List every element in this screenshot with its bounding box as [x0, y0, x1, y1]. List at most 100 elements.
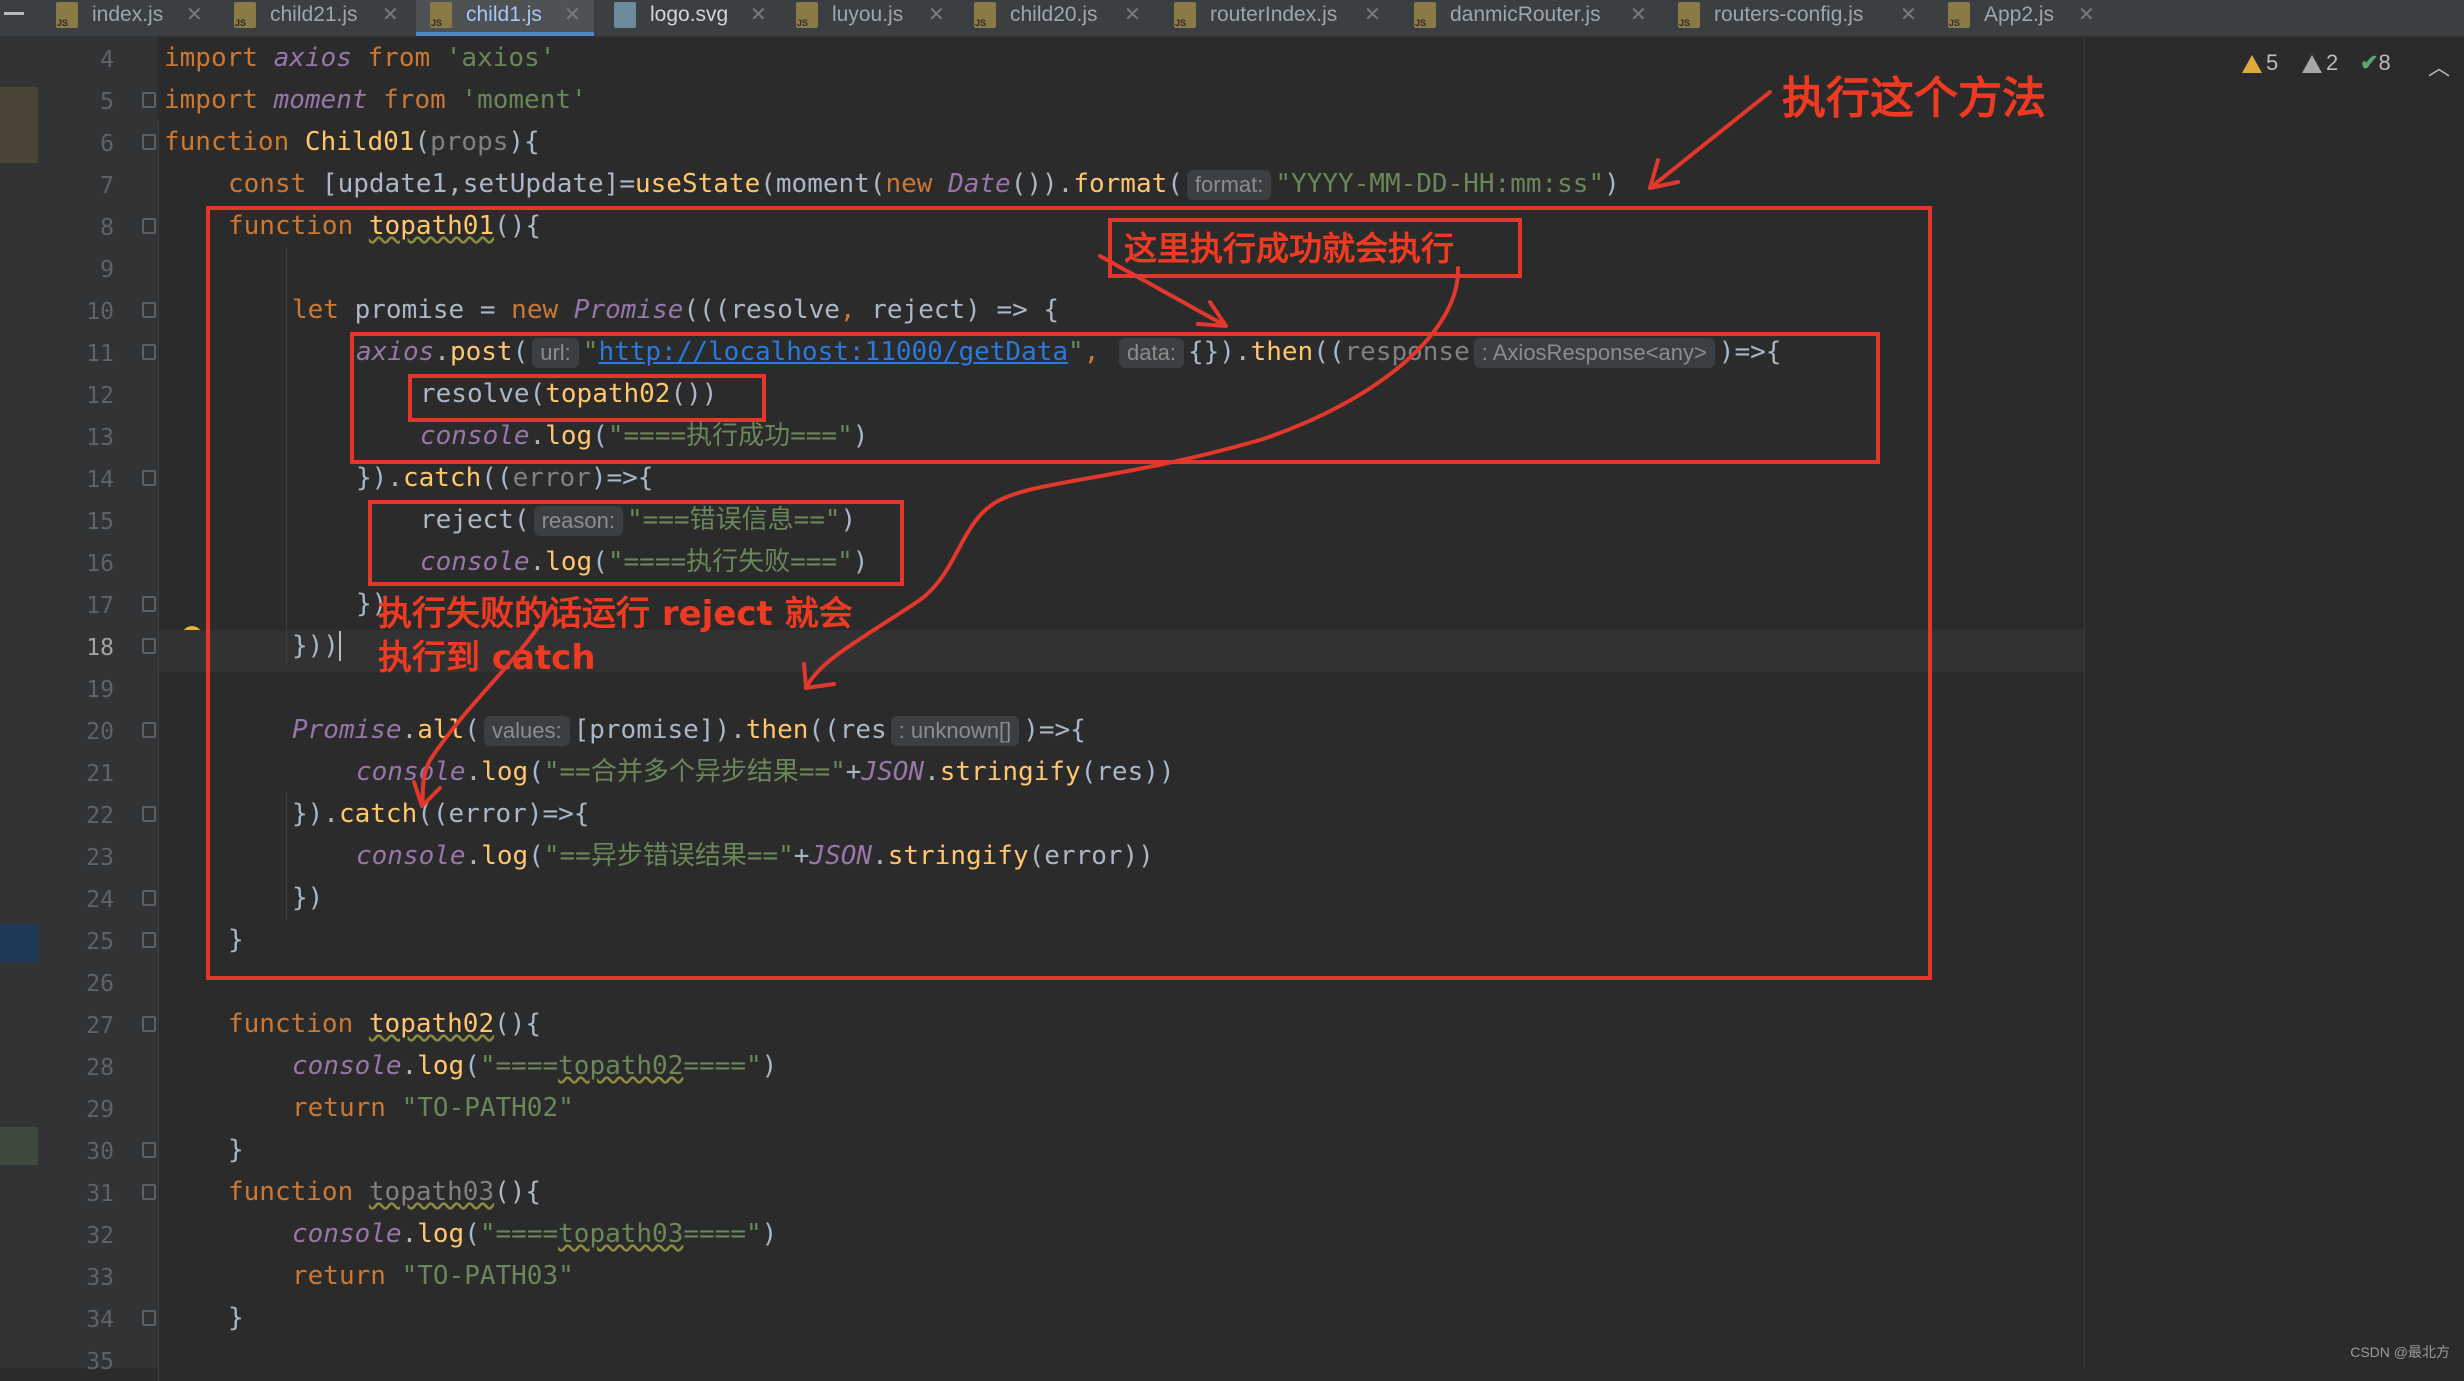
line-number: 27: [86, 1013, 114, 1039]
parameter-hint: format:: [1186, 169, 1272, 200]
chevron-up-icon[interactable]: ︿: [2428, 50, 2450, 82]
tab-label: child1.js: [466, 3, 542, 26]
js-file-icon: [1414, 2, 1436, 28]
code-line-29: return "TO-PATH02": [292, 1093, 574, 1123]
tab-danmicrouter-js[interactable]: danmicRouter.js ✕: [1414, 0, 1654, 36]
svg-file-icon: [614, 2, 636, 28]
line-number: 15: [86, 509, 114, 535]
indent-guide: [158, 121, 159, 1381]
fold-icon[interactable]: [142, 806, 156, 822]
fold-icon[interactable]: [142, 638, 156, 654]
close-icon[interactable]: ✕: [2078, 0, 2095, 30]
tab-label: logo.svg: [650, 3, 729, 26]
code-line-28: console.log("====topath02===="): [292, 1051, 778, 1081]
line-number: 8: [100, 215, 114, 241]
code-line-27: function topath02(){: [228, 1009, 542, 1039]
right-margin-guide: [2084, 37, 2085, 1368]
watermark: CSDN @最北方: [2350, 1344, 2450, 1360]
js-file-icon: [430, 2, 452, 28]
fold-icon[interactable]: [142, 1310, 156, 1326]
weak-warning-icon: [2302, 55, 2322, 74]
line-number: 6: [100, 131, 114, 157]
js-file-icon: [234, 2, 256, 28]
tab-label: child20.js: [1010, 3, 1098, 26]
line-number: 25: [86, 929, 114, 955]
close-icon[interactable]: ✕: [564, 0, 581, 30]
annotation-execute-method: 执行这个方法: [1782, 73, 2046, 124]
tab-luyou-js[interactable]: luyou.js ✕: [796, 0, 946, 36]
fold-icon[interactable]: [142, 596, 156, 612]
warnings-indicator[interactable]: 5: [2242, 50, 2278, 76]
tab-routers-config-js[interactable]: routers-config.js ✕: [1678, 0, 1928, 36]
line-number: 30: [86, 1139, 114, 1165]
ok-count: 8: [2378, 50, 2391, 75]
tab-child21-js[interactable]: child21.js ✕: [234, 0, 412, 36]
close-icon[interactable]: ✕: [1900, 0, 1917, 30]
line-number: 10: [86, 299, 114, 325]
tab-label: luyou.js: [832, 3, 904, 26]
line-number: 35: [86, 1349, 114, 1375]
close-icon[interactable]: ✕: [1364, 0, 1381, 30]
fold-icon[interactable]: [142, 470, 156, 486]
changed-region-marker: [0, 87, 38, 163]
fold-icon[interactable]: [142, 92, 156, 108]
fold-icon[interactable]: [142, 1142, 156, 1158]
line-number: 5: [100, 89, 114, 115]
tab-label: routers-config.js: [1714, 3, 1864, 26]
line-number: 33: [86, 1265, 114, 1291]
hamburger-icon[interactable]: [4, 12, 24, 15]
line-number: 19: [86, 677, 114, 703]
line-number-current: 18: [86, 635, 114, 661]
tab-app2-js[interactable]: App2.js ✕: [1948, 0, 2098, 36]
tab-child20-js[interactable]: child20.js ✕: [974, 0, 1148, 36]
tab-routerindex-js[interactable]: routerIndex.js ✕: [1174, 0, 1384, 36]
warnings-count: 5: [2266, 50, 2279, 75]
tab-logo-svg[interactable]: logo.svg ✕: [614, 0, 772, 36]
code-line-4: import axios from 'axios': [164, 43, 556, 73]
code-line-7: const [update1,setUpdate]=useState(momen…: [228, 169, 1620, 200]
fold-icon[interactable]: [142, 218, 156, 234]
code-line-34: }: [228, 1303, 244, 1333]
close-icon[interactable]: ✕: [750, 0, 767, 30]
line-number: 23: [86, 845, 114, 871]
tab-label: index.js: [92, 3, 164, 26]
line-number: 31: [86, 1181, 114, 1207]
line-number: 11: [86, 341, 114, 367]
code-line-32: console.log("====topath03===="): [292, 1219, 778, 1249]
annotation-box-reject: [368, 500, 904, 586]
changed-region-marker: [0, 1127, 38, 1165]
code-line-5: import moment from 'moment': [164, 85, 587, 115]
line-number: 29: [86, 1097, 114, 1123]
close-icon[interactable]: ✕: [382, 0, 399, 30]
close-icon[interactable]: ✕: [928, 0, 945, 30]
tab-label: routerIndex.js: [1210, 3, 1338, 26]
fold-icon[interactable]: [142, 134, 156, 150]
code-line-33: return "TO-PATH03": [292, 1261, 574, 1291]
weak-warnings-indicator[interactable]: 2: [2302, 50, 2338, 76]
close-icon[interactable]: ✕: [1630, 0, 1647, 30]
tab-index-js[interactable]: index.js ✕: [56, 0, 216, 36]
js-file-icon: [974, 2, 996, 28]
code-line-30: }: [228, 1135, 244, 1165]
fold-icon[interactable]: [142, 722, 156, 738]
line-number: 13: [86, 425, 114, 451]
line-number: 14: [86, 467, 114, 493]
fold-icon[interactable]: [142, 932, 156, 948]
fold-icon[interactable]: [142, 1184, 156, 1200]
close-icon[interactable]: ✕: [1124, 0, 1141, 30]
ok-indicator[interactable]: ✔8: [2360, 50, 2391, 76]
annotation-reject-note: 执行失败的话运行 reject 就会: [378, 594, 853, 634]
fold-icon[interactable]: [142, 890, 156, 906]
check-icon: ✔: [2360, 50, 2379, 75]
line-number: 22: [86, 803, 114, 829]
tab-child1-js[interactable]: child1.js ✕: [416, 0, 594, 36]
fold-icon[interactable]: [142, 302, 156, 318]
close-icon[interactable]: ✕: [186, 0, 203, 30]
line-number: 16: [86, 551, 114, 577]
line-number: 21: [86, 761, 114, 787]
fold-icon[interactable]: [142, 344, 156, 360]
fold-icon[interactable]: [142, 1016, 156, 1032]
tool-window-strip: [0, 37, 38, 1368]
code-line-6: function Child01(props){: [164, 127, 540, 157]
js-file-icon: [1948, 2, 1970, 28]
